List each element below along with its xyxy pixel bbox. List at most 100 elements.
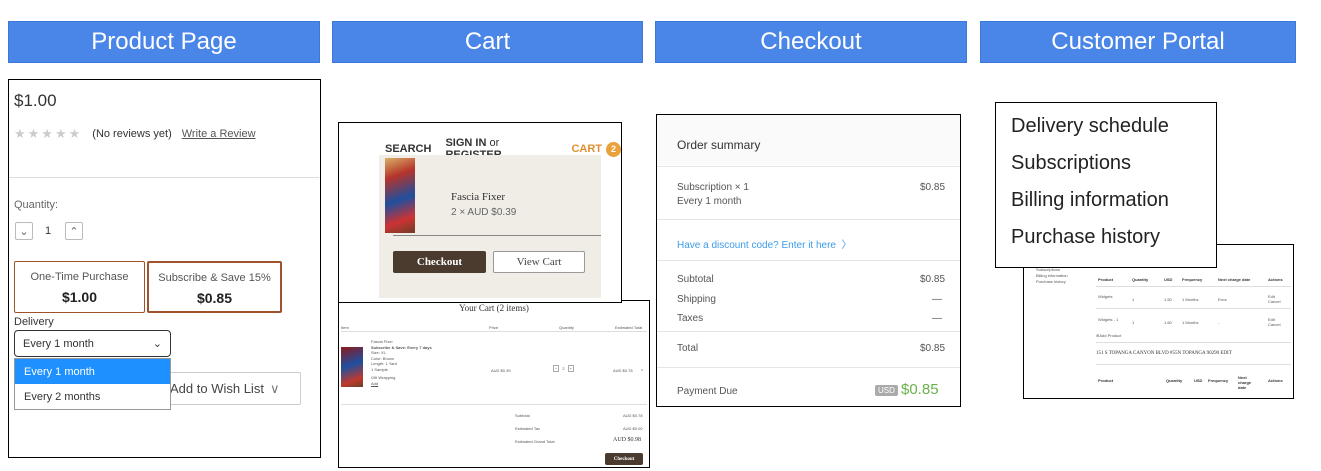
view-cart-button[interactable]: View Cart [493, 251, 585, 273]
th-actions: Actions [1268, 378, 1283, 383]
chevron-down-icon: ⌄ [152, 338, 162, 350]
taxes-label: Taxes [677, 313, 704, 324]
quantity-value[interactable]: 1 [45, 225, 51, 237]
tax-value: AUD $0.00 [623, 426, 643, 431]
one-time-purchase-option[interactable]: One-Time Purchase $1.00 [14, 261, 145, 313]
rating-stars-icon: ★★★★★ [14, 126, 83, 141]
total-label: Total [677, 343, 699, 354]
wishlist-label: Add to Wish List [170, 381, 264, 396]
row-freq: 1 Months [1182, 320, 1199, 325]
row-next: Error [1218, 297, 1227, 302]
cart-checkout-button[interactable]: Checkout [605, 453, 643, 465]
reviews-row: ★★★★★ (No reviews yet) Write a Review [14, 126, 256, 142]
product-price: $1.00 [14, 91, 57, 110]
nav-search[interactable]: SEARCH [385, 143, 431, 155]
row-quantity-stepper[interactable]: − 2 + [553, 365, 574, 372]
product-page-panel: $1.00 ★★★★★ (No reviews yet) Write a Rev… [8, 79, 321, 458]
mini-cart-checkout-button[interactable]: Checkout [393, 251, 486, 273]
taxes-value: — [932, 313, 942, 324]
minus-icon[interactable]: − [553, 365, 560, 372]
row-qty: 1 [1132, 297, 1135, 302]
divider [9, 177, 319, 178]
no-reviews-text: (No reviews yet) [92, 128, 172, 140]
row-actions[interactable]: Edit Cancel [1268, 317, 1288, 327]
quantity-label: Quantity: [14, 199, 59, 211]
divider [657, 331, 960, 332]
row-change-link[interactable]: Add [371, 381, 432, 387]
divider [657, 219, 960, 220]
plus-icon[interactable]: + [567, 365, 574, 372]
menu-subscriptions[interactable]: Subscriptions [1011, 145, 1216, 182]
row-next: - [1218, 320, 1220, 325]
delivery-option[interactable]: Every 1 month [15, 359, 170, 384]
subtotal-value: $0.85 [920, 274, 946, 285]
currency-badge: USD [875, 385, 898, 396]
header-customer-portal: Customer Portal [980, 21, 1296, 63]
menu-delivery-schedule[interactable]: Delivery schedule [1011, 108, 1216, 145]
line-label: Subscription × 1 [677, 182, 749, 193]
checkout-panel: Order summary Subscription × 1 Every 1 m… [656, 114, 961, 407]
portal-menu: Delivery schedule Subscriptions Billing … [1011, 108, 1216, 256]
th-usd: USD [1194, 378, 1203, 383]
quantity-increase-button[interactable]: ⌃ [65, 222, 83, 240]
total-value: $0.85 [920, 343, 946, 354]
delivery-option[interactable]: Every 2 months [15, 384, 170, 409]
remove-icon[interactable]: × [641, 367, 643, 372]
col-price: Price [489, 325, 499, 330]
col-item: Item [341, 325, 349, 330]
row-detail: 1 Sample [371, 366, 388, 372]
one-time-label: One-Time Purchase [30, 271, 129, 283]
col-quantity: Quantity [559, 325, 574, 330]
delivery-select[interactable]: Every 1 month ⌄ [14, 330, 171, 357]
row-total: AUD $0.78 [613, 368, 633, 373]
discount-text: Have a discount code? Enter it here [677, 240, 836, 251]
cart-page-panel: Your Cart (2 items) Item Price Quantity … [338, 300, 650, 468]
row-product: Widgets - 1 [1098, 317, 1119, 322]
shipping-value: — [932, 294, 942, 305]
row-actions[interactable]: Edit Cancel [1268, 294, 1288, 304]
one-time-price: $1.00 [61, 289, 98, 305]
subtotal-label: Subtotal [515, 413, 530, 418]
header-cart: Cart [332, 21, 643, 63]
grand-total-label: Estimated Grand Total [515, 439, 555, 444]
chevron-down-icon: ∨ [269, 380, 280, 396]
mini-cart-item-name[interactable]: Fascia Fixer [451, 191, 505, 203]
add-product-link[interactable]: ⊕Add Product [1096, 333, 1121, 338]
subscribe-save-option[interactable]: Subscribe & Save 15% $0.85 [147, 261, 282, 313]
cart-page-title: Your Cart (2 items) [459, 303, 529, 313]
divider [1096, 342, 1291, 343]
mini-cart: Fascia Fixer 2 × AUD $0.39 Checkout View… [379, 155, 601, 298]
nav-cart-label: CART [571, 143, 602, 155]
th-actions: Actions [1268, 277, 1283, 282]
th-product: Product [1098, 378, 1114, 383]
menu-purchase-history[interactable]: Purchase history [1011, 219, 1216, 256]
menu-billing-information[interactable]: Billing information [1011, 182, 1216, 219]
nav-signin[interactable]: SIGN IN [445, 137, 486, 149]
subscribe-label: Subscribe & Save 15% [158, 272, 271, 284]
row-usd: 1.60 [1164, 320, 1172, 325]
header-checkout: Checkout [655, 21, 967, 63]
divider [657, 260, 960, 261]
wishlist-button[interactable]: Add to Wish List ∨ [165, 372, 301, 405]
row-qty: 2 [562, 366, 565, 371]
tax-label: Estimated Tax [515, 426, 541, 431]
side-link-history[interactable]: Purchase history [1036, 279, 1068, 285]
row-freq: 1 Months [1182, 297, 1199, 302]
quantity-decrease-button[interactable]: ⌄ [15, 222, 33, 240]
divider [1096, 286, 1291, 287]
divider [393, 235, 601, 236]
divider [1096, 364, 1291, 365]
cart-count-badge: 2 [606, 141, 621, 157]
divider [657, 367, 960, 368]
product-thumbnail [385, 158, 415, 233]
th-usd: USD [1164, 277, 1173, 282]
cart-row-details: Fascia Fixer Subscribe & Save: Every 7 d… [371, 339, 432, 386]
row-qty: 1 [1132, 320, 1135, 325]
discount-code-link[interactable]: Have a discount code? Enter it here 〉 [677, 236, 852, 251]
col-total: Estimated Total [615, 325, 643, 330]
payment-due-value: $0.85 [901, 381, 939, 398]
write-review-link[interactable]: Write a Review [182, 128, 256, 140]
th-frequency: Frequency [1208, 378, 1229, 383]
row-usd: 1.50 [1164, 297, 1172, 302]
delivery-selected-value: Every 1 month [23, 337, 94, 350]
